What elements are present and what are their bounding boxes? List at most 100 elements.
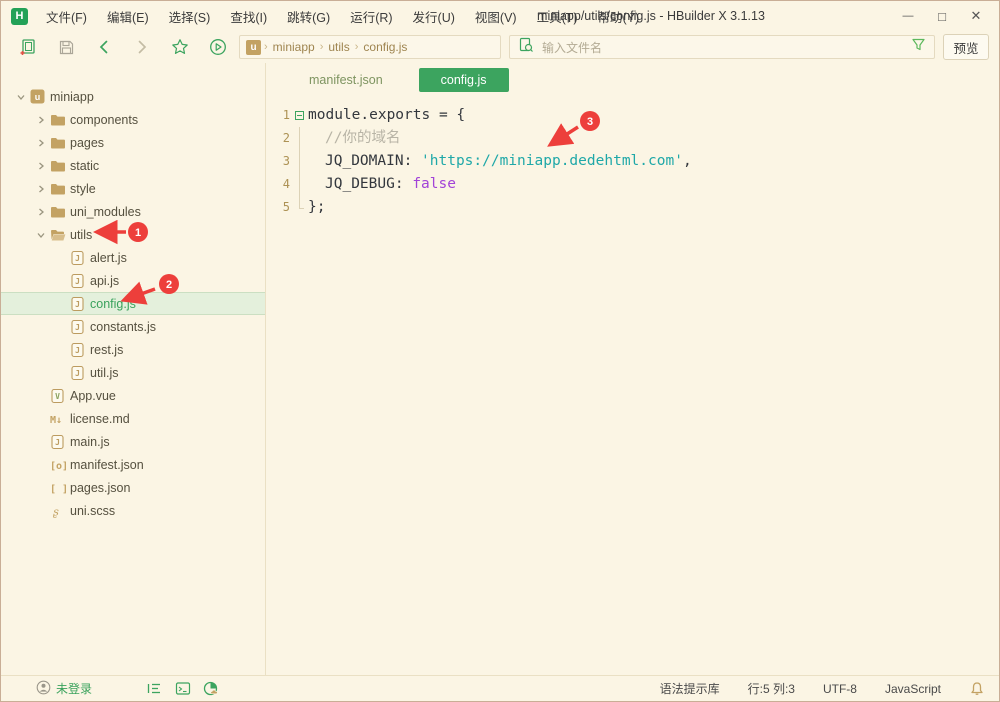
tree-item-uni_modules[interactable]: uni_modules — [1, 200, 265, 223]
fold-toggle-icon[interactable] — [293, 104, 308, 127]
editor-tab-config-js[interactable]: config.js — [419, 68, 509, 92]
svg-text:J: J — [75, 277, 80, 286]
save-icon[interactable] — [47, 34, 85, 60]
code-line-2[interactable]: 2//你的域名 — [267, 127, 999, 150]
favorite-star-icon[interactable] — [161, 34, 199, 60]
svg-text:J: J — [75, 254, 80, 263]
editor-tab-manifest-json[interactable]: manifest.json — [287, 68, 405, 92]
chevron-down-icon[interactable] — [13, 93, 29, 101]
tree-item-label: miniapp — [50, 90, 94, 104]
login-status[interactable]: 未登录 — [31, 680, 92, 698]
filter-icon[interactable] — [911, 37, 926, 57]
statusbar-item[interactable]: UTF-8 — [823, 682, 857, 696]
preview-button[interactable]: 预览 — [943, 34, 989, 60]
menu-item-5[interactable]: 跳转(G) — [277, 1, 340, 31]
file-search-input[interactable]: 输入文件名 — [509, 35, 935, 59]
tree-item-label: pages — [70, 136, 104, 150]
code-editor[interactable]: 1module.exports = {2//你的域名3JQ_DOMAIN: 'h… — [267, 97, 999, 219]
tree-item-api-js[interactable]: Japi.js — [1, 269, 265, 292]
code-line-4[interactable]: 4JQ_DEBUG: false — [267, 173, 999, 196]
menu-item-4[interactable]: 查找(I) — [220, 1, 277, 31]
tree-item-components[interactable]: components — [1, 108, 265, 131]
tree-item-App-vue[interactable]: VApp.vue — [1, 384, 265, 407]
tree-item-constants-js[interactable]: Jconstants.js — [1, 315, 265, 338]
breadcrumb-segment[interactable]: config.js — [361, 40, 409, 54]
tree-item-label: rest.js — [90, 343, 123, 357]
tree-item-label: license.md — [70, 412, 130, 426]
statusbar-left-icons — [147, 681, 220, 696]
folder-icon — [49, 182, 66, 196]
user-icon — [36, 680, 51, 698]
tree-item-label: alert.js — [90, 251, 127, 265]
tree-item-style[interactable]: style — [1, 177, 265, 200]
chevron-down-icon[interactable] — [33, 231, 49, 239]
tree-item-alert-js[interactable]: Jalert.js — [1, 246, 265, 269]
breadcrumb-segment[interactable]: miniapp — [271, 40, 317, 54]
tree-item-pages-json[interactable]: [ ] pages.json — [1, 476, 265, 499]
menu-item-1[interactable]: 文件(F) — [36, 1, 97, 31]
tree-item-util-js[interactable]: Jutil.js — [1, 361, 265, 384]
tree-item-main-js[interactable]: Jmain.js — [1, 430, 265, 453]
status-bar: 未登录 语法提示库 行:5 列:3 UTF-8 JavaScript — [1, 675, 999, 701]
forward-icon[interactable] — [123, 34, 161, 60]
back-icon[interactable] — [85, 34, 123, 60]
svg-text:u: u — [35, 92, 41, 102]
tree-item-label: config.js — [90, 297, 136, 311]
notification-bell-icon[interactable] — [969, 681, 985, 697]
json-obj-file-icon: [o] — [49, 457, 66, 473]
breadcrumb-separator: › — [317, 41, 327, 53]
maximize-button[interactable]: □ — [925, 1, 959, 31]
chevron-right-icon[interactable] — [33, 139, 49, 147]
breadcrumb-segment[interactable]: utils — [326, 40, 351, 54]
code-text: }; — [308, 196, 325, 219]
tree-item-static[interactable]: static — [1, 154, 265, 177]
tree-item-label: pages.json — [70, 481, 130, 495]
folder-icon — [49, 159, 66, 173]
menu-item-7[interactable]: 发行(U) — [403, 1, 465, 31]
tree-item-uni-scss[interactable]: ʂuni.scss — [1, 499, 265, 522]
json-arr-file-icon: [ ] — [49, 480, 66, 496]
run-icon[interactable] — [199, 34, 237, 60]
breadcrumb[interactable]: u ›miniapp›utils›config.js — [239, 35, 501, 59]
save-icon — [58, 39, 75, 56]
statusbar-item[interactable]: 语法提示库 — [660, 680, 720, 697]
md-file-icon: M↓ — [49, 411, 66, 427]
menu-item-6[interactable]: 运行(R) — [340, 1, 402, 31]
chevron-right-icon[interactable] — [33, 162, 49, 170]
chevron-right-icon[interactable] — [33, 208, 49, 216]
line-number: 4 — [267, 173, 293, 196]
file-search-icon — [518, 37, 534, 58]
terminal-icon[interactable] — [175, 681, 191, 696]
tree-item-pages[interactable]: pages — [1, 131, 265, 154]
tree-item-manifest-json[interactable]: [o] manifest.json — [1, 453, 265, 476]
tree-item-license-md[interactable]: M↓ license.md — [1, 407, 265, 430]
svg-text:J: J — [75, 323, 80, 332]
tree-item-utils[interactable]: utils — [1, 223, 265, 246]
tree-item-miniapp[interactable]: u miniapp — [1, 85, 265, 108]
code-line-1[interactable]: 1module.exports = { — [267, 104, 999, 127]
login-status-label: 未登录 — [56, 680, 92, 697]
code-line-5[interactable]: 5}; — [267, 196, 999, 219]
chevron-right-icon[interactable] — [33, 185, 49, 193]
new-file-icon[interactable] — [9, 34, 47, 60]
statusbar-item[interactable]: 行:5 列:3 — [748, 680, 795, 697]
minimize-button[interactable]: — — [891, 1, 925, 31]
svg-text:[o]: [o] — [50, 461, 66, 472]
menu-item-2[interactable]: 编辑(E) — [97, 1, 159, 31]
tree-item-config-js[interactable]: Jconfig.js — [1, 292, 265, 315]
js-file-icon: J — [69, 365, 86, 381]
tree-item-rest-js[interactable]: Jrest.js — [1, 338, 265, 361]
storage-usage-icon[interactable] — [203, 681, 220, 696]
code-line-3[interactable]: 3JQ_DOMAIN: 'https://miniapp.dedehtml.co… — [267, 150, 999, 173]
chevron-right-icon[interactable] — [33, 116, 49, 124]
svg-text:J: J — [75, 300, 80, 309]
svg-text:ʂ: ʂ — [53, 505, 59, 518]
tree-item-label: manifest.json — [70, 458, 144, 472]
outline-list-icon[interactable] — [147, 681, 163, 696]
statusbar-item[interactable]: JavaScript — [885, 682, 941, 696]
close-button[interactable]: ✕ — [959, 1, 993, 31]
menu-item-3[interactable]: 选择(S) — [159, 1, 221, 31]
svg-text:M↓: M↓ — [50, 415, 62, 426]
svg-text:J: J — [75, 369, 80, 378]
statusbar-right-items: 语法提示库 行:5 列:3 UTF-8 JavaScript — [660, 680, 985, 697]
